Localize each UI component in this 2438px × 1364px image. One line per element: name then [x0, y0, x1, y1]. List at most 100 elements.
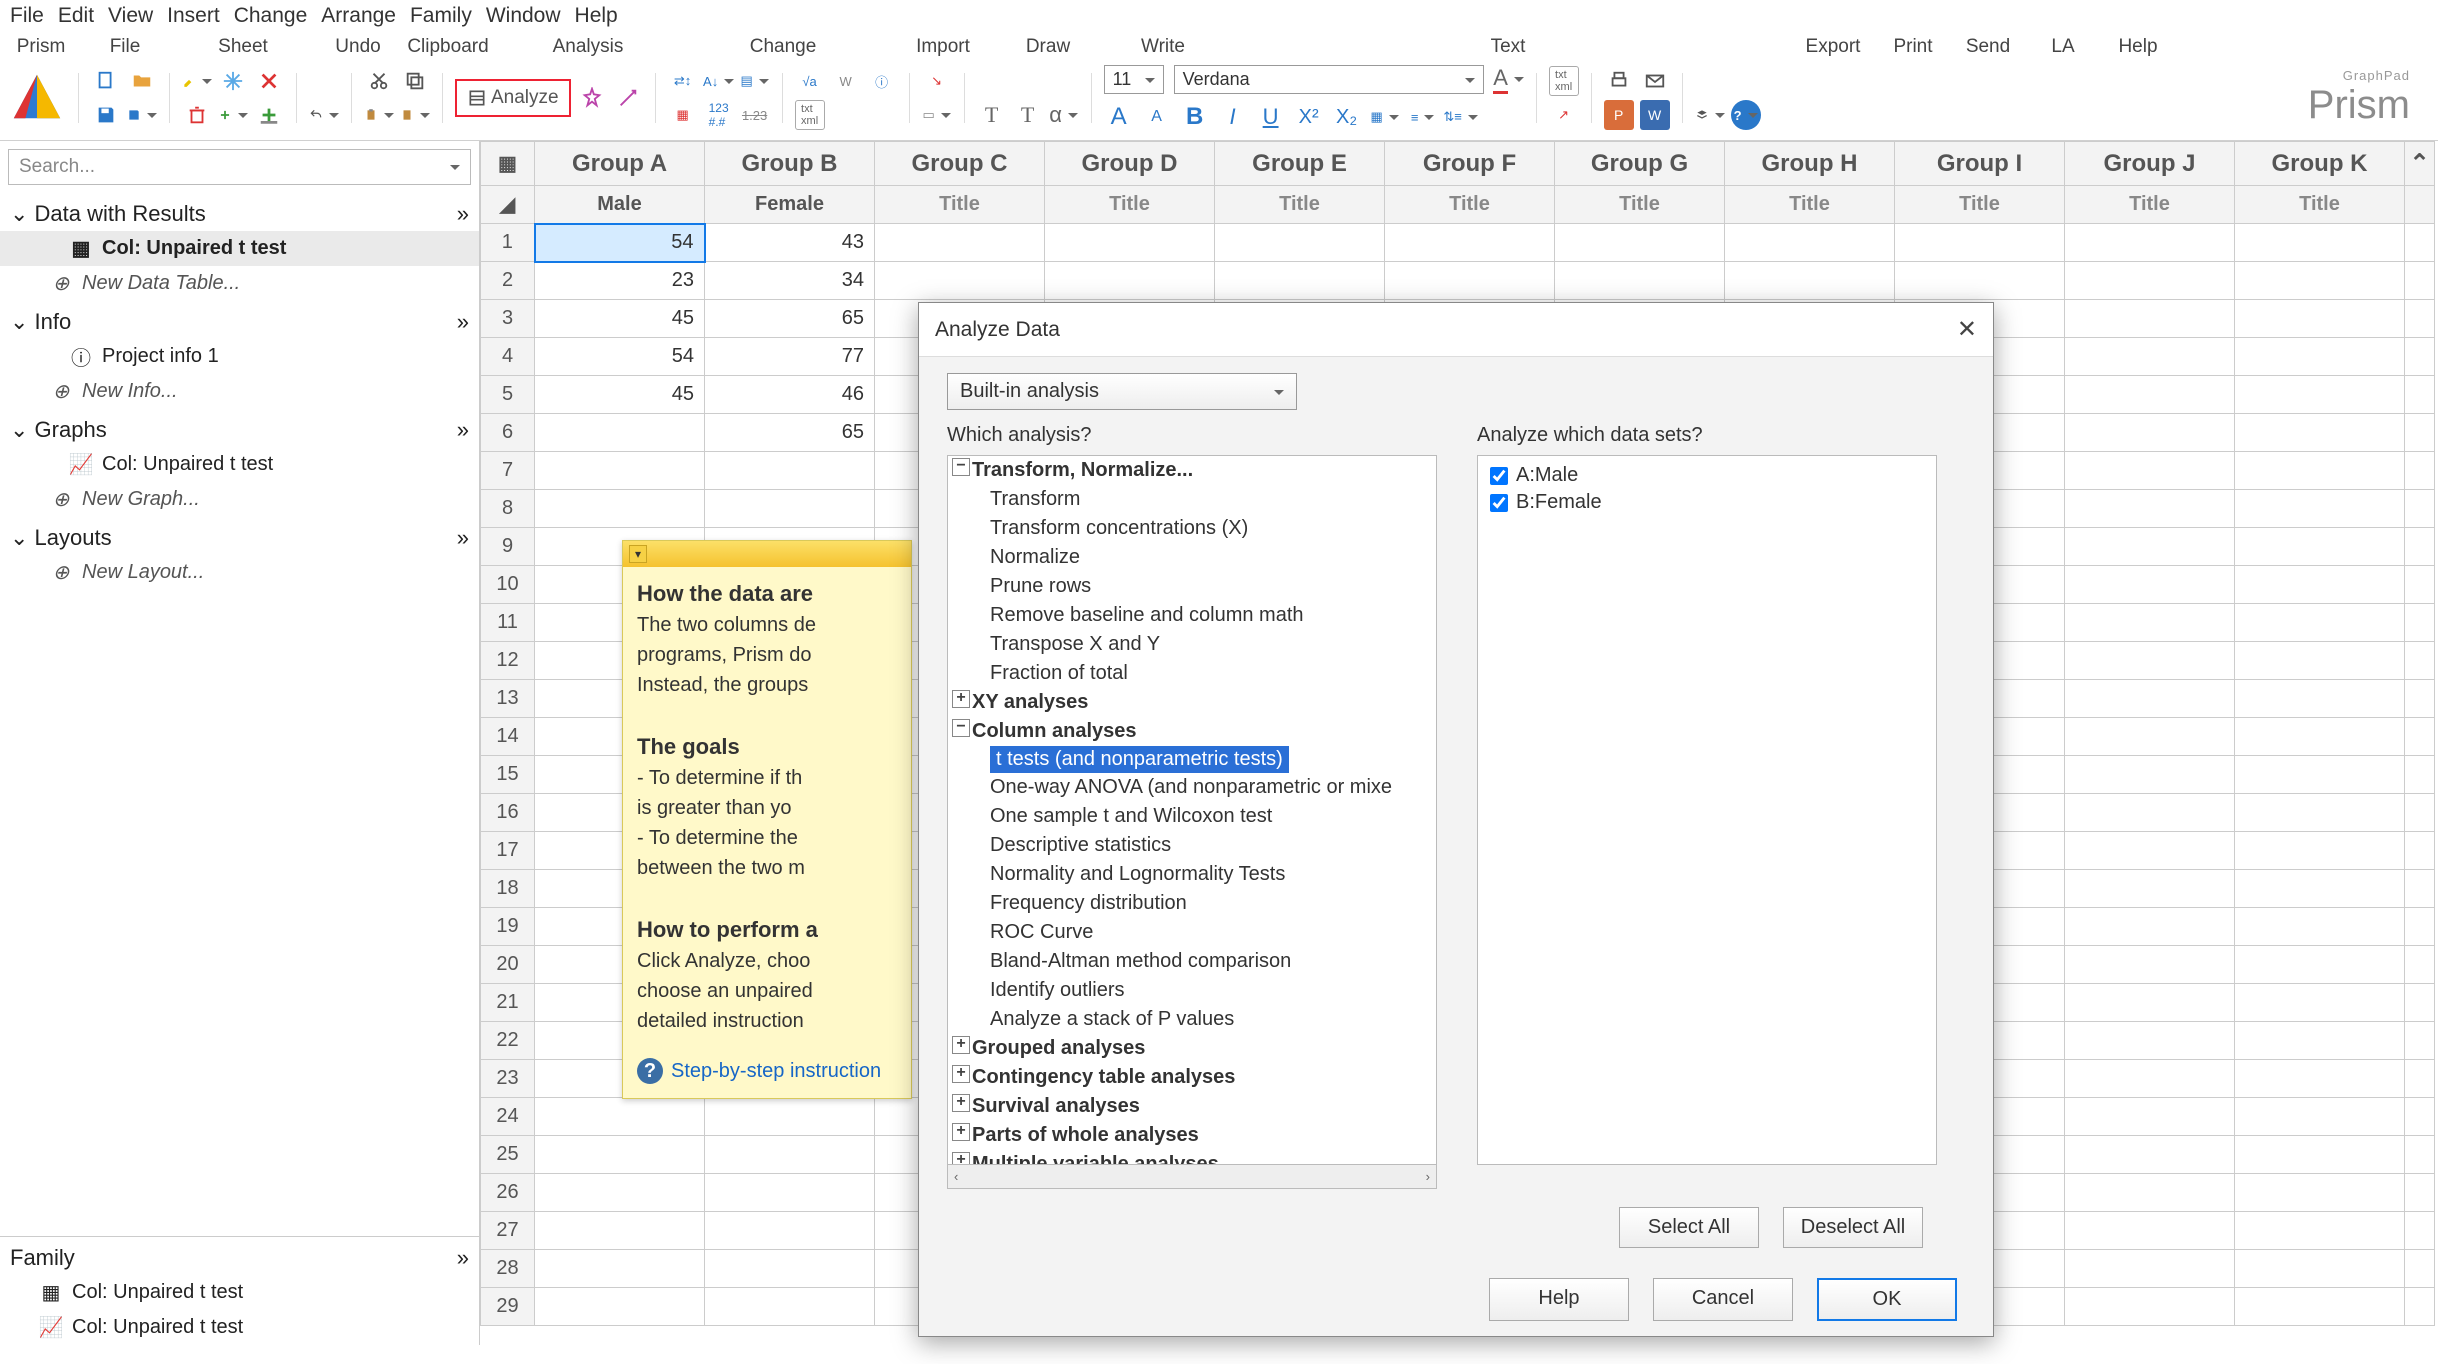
cell[interactable]: [2065, 566, 2235, 604]
row-header[interactable]: 3: [481, 300, 535, 338]
cell[interactable]: [1045, 262, 1215, 300]
menu-file[interactable]: File: [10, 4, 44, 28]
highlight-icon[interactable]: [182, 66, 212, 96]
cell[interactable]: [535, 1136, 705, 1174]
cell[interactable]: [535, 490, 705, 528]
print-icon[interactable]: [1604, 66, 1634, 96]
cell[interactable]: [2235, 1098, 2405, 1136]
analysis-hscroll[interactable]: ‹›: [947, 1165, 1437, 1189]
cell[interactable]: [2235, 1060, 2405, 1098]
row-header[interactable]: 21: [481, 984, 535, 1022]
col-title-header[interactable]: Title: [1215, 186, 1385, 224]
tree-item[interactable]: One sample t and Wilcoxon test: [948, 802, 1436, 831]
align-icon[interactable]: ≡: [1408, 102, 1438, 132]
row-header[interactable]: 25: [481, 1136, 535, 1174]
cell[interactable]: [535, 1212, 705, 1250]
info-icon[interactable]: ⓘ: [867, 66, 897, 96]
font-shrink-icon[interactable]: A: [1142, 102, 1172, 132]
cell[interactable]: [2065, 718, 2235, 756]
tree-cat-column[interactable]: Column analyses: [948, 717, 1436, 746]
help-icon[interactable]: ?: [1731, 100, 1761, 130]
row-header[interactable]: 17: [481, 832, 535, 870]
tree-cat-grouped[interactable]: Grouped analyses: [948, 1034, 1436, 1063]
corner-cell[interactable]: ▦: [481, 142, 535, 186]
tree-cat-multiple[interactable]: Multiple variable analyses: [948, 1150, 1436, 1165]
cell[interactable]: [2065, 908, 2235, 946]
cell[interactable]: 43: [705, 224, 875, 262]
cell[interactable]: [2235, 1174, 2405, 1212]
close-sheet-icon[interactable]: [254, 66, 284, 96]
cell[interactable]: [2235, 338, 2405, 376]
close-icon[interactable]: ✕: [1957, 315, 1977, 344]
ok-button[interactable]: OK: [1817, 1278, 1957, 1321]
menu-insert[interactable]: Insert: [167, 4, 220, 28]
para-icon[interactable]: ▦: [1370, 102, 1400, 132]
cell[interactable]: [2235, 1288, 2405, 1326]
labarchives-icon[interactable]: [1695, 100, 1725, 130]
tree-cat-parts[interactable]: Parts of whole analyses: [948, 1121, 1436, 1150]
send-icon[interactable]: [1640, 66, 1670, 96]
cell[interactable]: [1385, 224, 1555, 262]
cell[interactable]: [705, 490, 875, 528]
col-title-header[interactable]: Male: [535, 186, 705, 224]
tree-item[interactable]: Descriptive statistics: [948, 831, 1436, 860]
cell[interactable]: [1555, 224, 1725, 262]
scroll-right[interactable]: ⌃: [2405, 142, 2435, 186]
cell[interactable]: [705, 1174, 875, 1212]
cut-icon[interactable]: [364, 66, 394, 96]
text-tool-icon[interactable]: T: [977, 100, 1007, 130]
cell[interactable]: [2065, 376, 2235, 414]
cell[interactable]: [2065, 1022, 2235, 1060]
cell[interactable]: [2235, 1250, 2405, 1288]
row-header[interactable]: 7: [481, 452, 535, 490]
menu-change[interactable]: Change: [234, 4, 308, 28]
sort-icon[interactable]: A↓: [704, 66, 734, 96]
paste-special-icon[interactable]: [400, 100, 430, 130]
cell[interactable]: [535, 1174, 705, 1212]
col-group-header[interactable]: Group E: [1215, 142, 1385, 186]
cell[interactable]: [705, 1136, 875, 1174]
cell[interactable]: [2065, 794, 2235, 832]
export-txt-icon[interactable]: txtxml: [1549, 66, 1579, 96]
precision-icon[interactable]: 1.23: [740, 100, 770, 130]
nav-data-table[interactable]: ▦Col: Unpaired t test: [0, 231, 479, 266]
cell[interactable]: [2065, 1212, 2235, 1250]
sqrt-icon[interactable]: √a: [795, 66, 825, 96]
save-icon[interactable]: [91, 100, 121, 130]
note-help-link[interactable]: ? Step-by-step instruction: [623, 1050, 911, 1098]
col-title-header[interactable]: Female: [705, 186, 875, 224]
cell[interactable]: [875, 224, 1045, 262]
underline-icon[interactable]: U: [1256, 102, 1286, 132]
col-group-header[interactable]: Group C: [875, 142, 1045, 186]
section-data-with-results[interactable]: ⌄ Data with Results»: [0, 193, 479, 231]
section-family[interactable]: Family»: [0, 1237, 479, 1275]
cell[interactable]: [705, 1288, 875, 1326]
menu-help[interactable]: Help: [575, 4, 618, 28]
cell[interactable]: [2065, 1136, 2235, 1174]
floating-note[interactable]: ▾ How the data are The two columns de pr…: [622, 540, 912, 1099]
row-header[interactable]: 2: [481, 262, 535, 300]
grid-icon[interactable]: ▦: [668, 100, 698, 130]
sort2-icon[interactable]: ▤: [740, 66, 770, 96]
copy-icon[interactable]: [400, 66, 430, 96]
cell[interactable]: [2065, 946, 2235, 984]
tree-item[interactable]: Frequency distribution: [948, 889, 1436, 918]
cell[interactable]: [2235, 908, 2405, 946]
nav-new-layout[interactable]: ⊕New Layout...: [0, 555, 479, 590]
reanalyze-icon[interactable]: [577, 83, 607, 113]
row-header[interactable]: 13: [481, 680, 535, 718]
cell[interactable]: [2065, 870, 2235, 908]
row-header[interactable]: 23: [481, 1060, 535, 1098]
analysis-type-combo[interactable]: Built-in analysis: [947, 373, 1297, 410]
analysis-tree[interactable]: Transform, Normalize... Transform Transf…: [947, 455, 1437, 1165]
cancel-button[interactable]: Cancel: [1653, 1278, 1793, 1321]
cell[interactable]: [2235, 718, 2405, 756]
menu-arrange[interactable]: Arrange: [321, 4, 396, 28]
import-txt-icon[interactable]: txtxml: [795, 100, 825, 130]
tree-item[interactable]: Fraction of total: [948, 659, 1436, 688]
row-header[interactable]: 28: [481, 1250, 535, 1288]
cell[interactable]: [535, 452, 705, 490]
bold-icon[interactable]: B: [1180, 102, 1210, 132]
linespace-icon[interactable]: ⇅≡: [1446, 102, 1476, 132]
cell[interactable]: [2235, 680, 2405, 718]
